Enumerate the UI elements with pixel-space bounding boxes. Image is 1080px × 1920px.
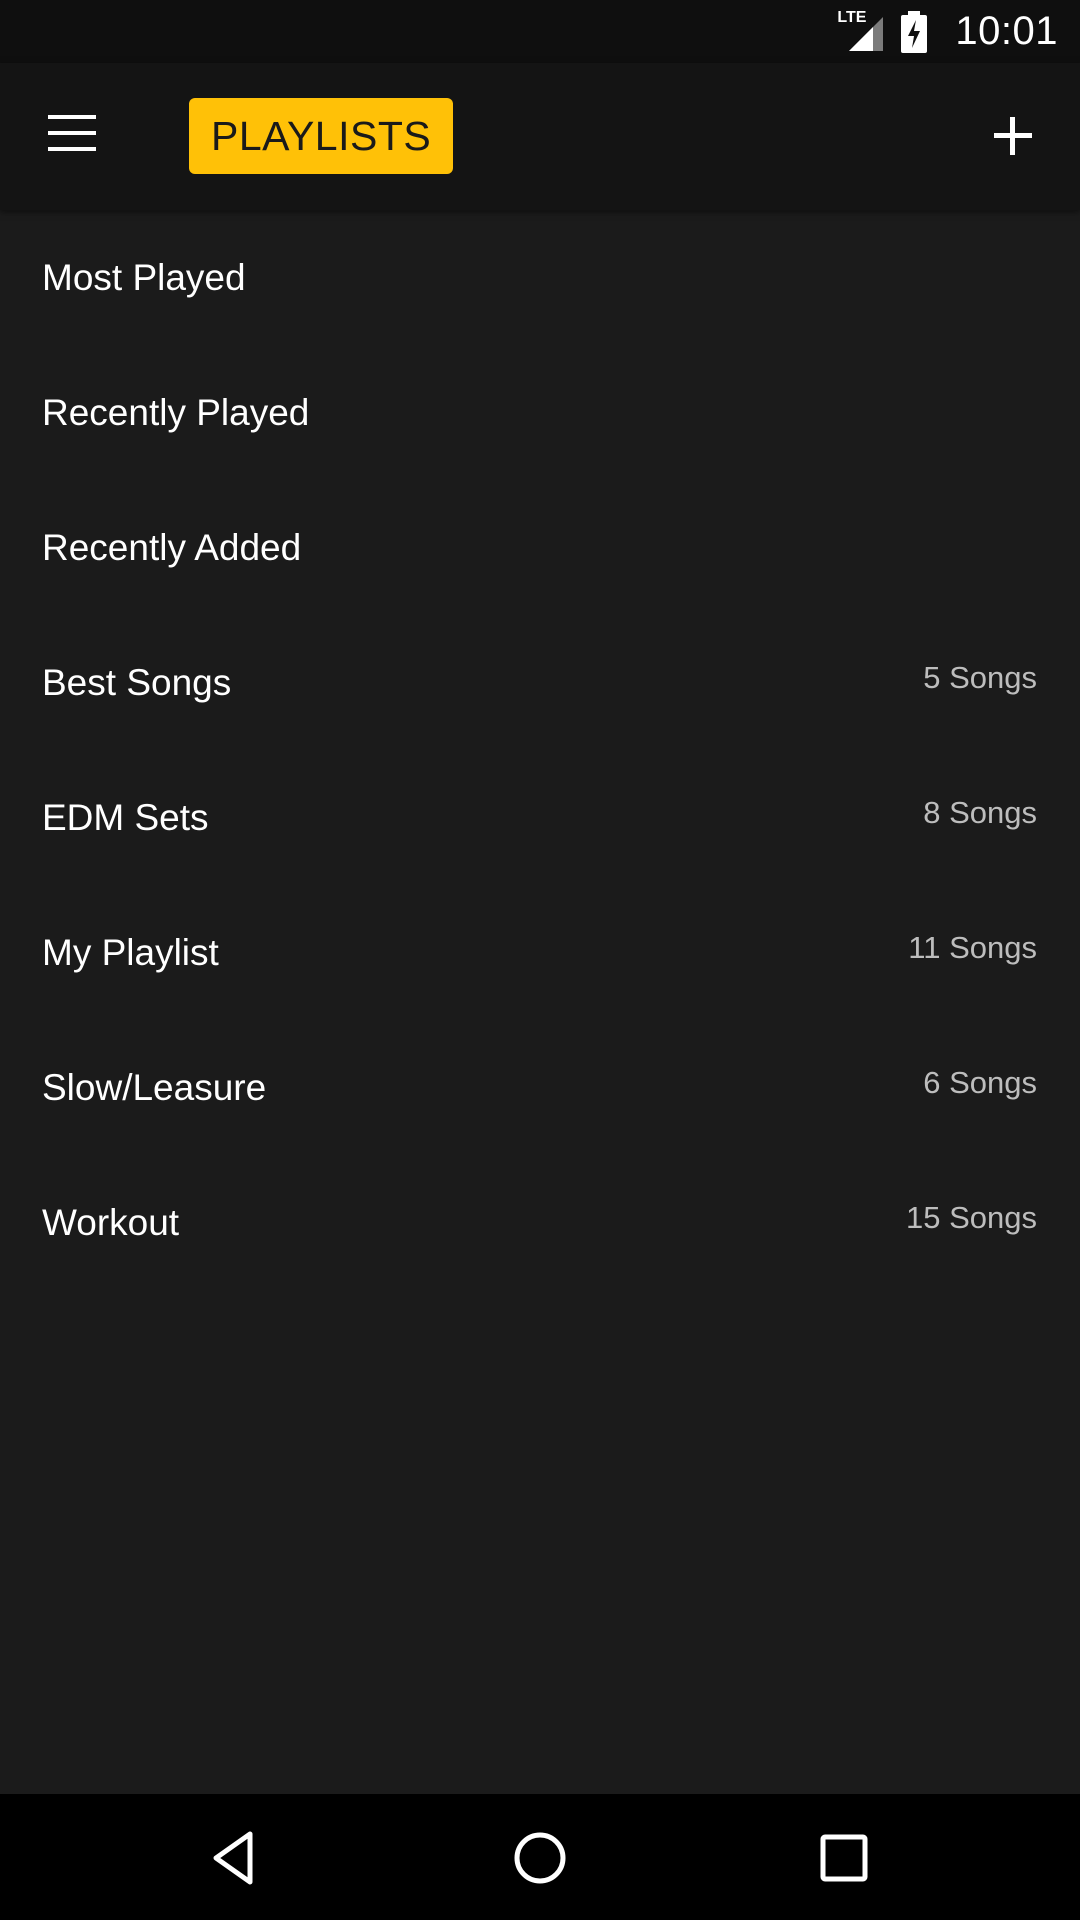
playlist-name: Recently Added [42,527,302,568]
playlist-name: Most Played [42,257,246,298]
home-button[interactable] [510,1828,570,1888]
list-item[interactable]: My Playlist 11 Songs [0,885,1080,1020]
list-item[interactable]: Recently Added [0,480,1080,615]
recents-icon [820,1834,868,1882]
app-bar: PLAYLISTS [0,63,1080,210]
song-count: 15 Songs [906,1200,1037,1235]
back-icon [213,1831,253,1885]
playlist-name: EDM Sets [42,797,209,838]
menu-button[interactable] [48,115,98,155]
song-count: 8 Songs [923,795,1037,830]
list-item[interactable]: Most Played [0,210,1080,345]
status-time: 10:01 [955,9,1058,53]
menu-icon [48,115,98,151]
navigation-bar [0,1794,1080,1920]
playlist-name: Slow/Leasure [42,1067,267,1108]
playlist-name: Workout [42,1202,180,1243]
add-icon [994,117,1032,155]
back-button[interactable] [206,1828,266,1888]
lte-signal-icon: LTE [837,8,887,53]
song-count: 5 Songs [923,660,1037,695]
playlist-name: Best Songs [42,662,232,703]
song-count: 6 Songs [923,1065,1037,1100]
song-count: 11 Songs [908,930,1037,965]
network-label: LTE [837,8,867,26]
list-item[interactable]: Best Songs 5 Songs [0,615,1080,750]
add-playlist-button[interactable] [988,111,1038,161]
status-icons: LTE 10:01 [837,0,1058,63]
page-title[interactable]: PLAYLISTS [189,98,454,174]
list-item[interactable]: Slow/Leasure 6 Songs [0,1020,1080,1155]
playlist-name: My Playlist [42,932,219,973]
list-item[interactable]: Workout 15 Songs [0,1155,1080,1290]
status-bar: LTE 10:01 [0,0,1080,63]
playlist-name: Recently Played [42,392,310,433]
home-icon [514,1832,566,1884]
list-item[interactable]: Recently Played [0,345,1080,480]
playlist-list: Most Played Recently Played Recently Add… [0,210,1080,1290]
recents-button[interactable] [814,1828,874,1888]
battery-charging-icon [901,10,928,53]
list-item[interactable]: EDM Sets 8 Songs [0,750,1080,885]
